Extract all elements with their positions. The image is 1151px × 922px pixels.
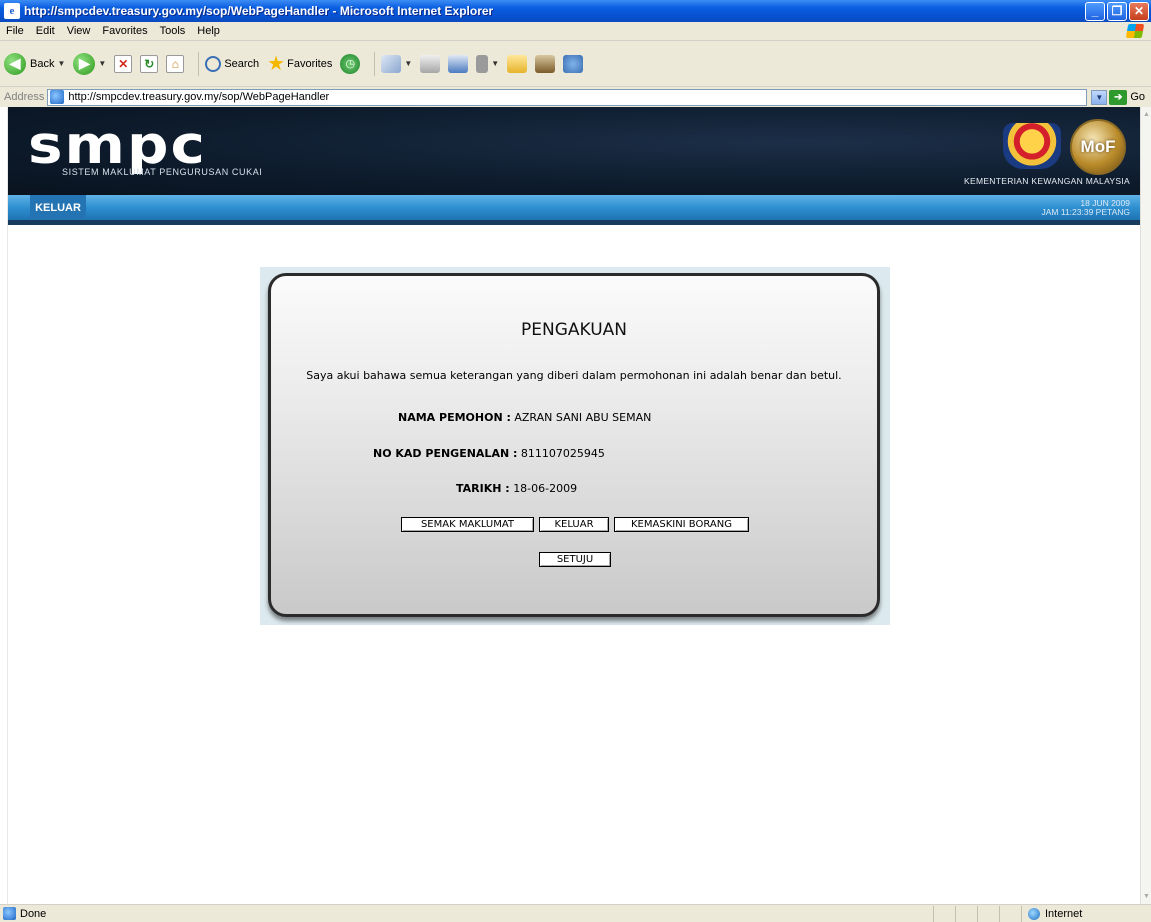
standard-toolbar: ◀ Back ▼ ▶ ▼ ✕ ↻ ⌂ Search ★ Favorites ◷ … <box>0 41 1151 87</box>
page-done-icon <box>3 907 16 920</box>
keluar-button[interactable]: KELUAR <box>539 517 609 532</box>
menu-view[interactable]: View <box>61 25 97 37</box>
forward-dropdown-icon[interactable]: ▼ <box>98 59 106 68</box>
search-button[interactable]: Search <box>205 55 260 72</box>
window-left-edge <box>0 107 8 904</box>
forward-arrow-icon: ▶ <box>73 52 96 75</box>
security-zone: Internet <box>1021 905 1151 922</box>
folder-icon[interactable] <box>507 54 528 73</box>
logo-subtitle: SISTEM MAKLUMAT PENGURUSAN CUKAI <box>62 167 263 177</box>
applicant-name-row: NAMA PEMOHON : AZRAN SANI ABU SEMAN <box>398 411 651 424</box>
ministry-name: KEMENTERIAN KEWANGAN MALAYSIA <box>964 176 1130 186</box>
mail-dropdown-icon[interactable]: ▼ <box>404 59 412 68</box>
history-icon[interactable]: ◷ <box>340 53 361 74</box>
status-cell <box>999 905 1021 922</box>
discuss-button[interactable]: ▼ <box>476 54 499 73</box>
smpc-logo: smpc <box>28 114 207 176</box>
go-arrow-icon: ➔ <box>1109 89 1128 105</box>
status-bar: Done Internet <box>0 904 1151 922</box>
site-header: smpc SISTEM MAKLUMAT PENGURUSAN CUKAI Mo… <box>8 107 1140 195</box>
ic-number-label: NO KAD PENGENALAN : <box>373 447 518 460</box>
discuss-dropdown-icon[interactable]: ▼ <box>491 59 499 68</box>
favorites-label: Favorites <box>287 57 333 70</box>
edit-icon[interactable] <box>448 54 469 73</box>
favorites-button[interactable]: ★ Favorites <box>267 54 332 74</box>
nav-bar: KELUAR 18 JUN 2009 JAM 11:23:39 PETANG <box>8 195 1140 225</box>
address-dropdown-icon[interactable]: ▼ <box>1091 89 1108 105</box>
semak-maklumat-button[interactable]: SEMAK MAKLUMAT <box>401 517 534 532</box>
toolbar-separator <box>374 51 376 76</box>
applicant-name-label: NAMA PEMOHON : <box>398 411 511 424</box>
status-text: Done <box>20 907 47 920</box>
home-icon[interactable]: ⌂ <box>166 54 185 73</box>
menu-bar: File Edit View Favorites Tools Help <box>0 22 1151 41</box>
page-icon <box>50 90 65 104</box>
menu-edit[interactable]: Edit <box>30 25 61 37</box>
date-time-display: 18 JUN 2009 JAM 11:23:39 PETANG <box>1042 199 1131 217</box>
declaration-text: Saya akui bahawa semua keterangan yang d… <box>306 369 842 382</box>
print-icon[interactable] <box>420 54 441 73</box>
favorites-star-icon: ★ <box>267 52 286 75</box>
date-row: TARIKH : 18-06-2009 <box>456 482 577 495</box>
ie-icon: e <box>4 3 20 19</box>
window-titlebar: e http://smpcdev.treasury.gov.my/sop/Web… <box>0 0 1151 22</box>
research-icon[interactable] <box>535 54 556 73</box>
discuss-icon <box>476 54 489 73</box>
internet-globe-icon <box>1028 907 1040 920</box>
status-cell <box>977 905 999 922</box>
ic-number-row: NO KAD PENGENALAN : 811107025945 <box>373 447 605 460</box>
status-cells: Internet <box>933 905 1151 922</box>
close-button[interactable]: ✕ <box>1129 1 1149 21</box>
date-value: 18-06-2009 <box>513 482 578 495</box>
menu-tools[interactable]: Tools <box>154 25 192 37</box>
malaysia-crest-icon <box>1003 123 1061 169</box>
kemaskini-borang-button[interactable]: KEMASKINI BORANG <box>614 517 749 532</box>
search-label: Search <box>224 57 260 70</box>
window-title: http://smpcdev.treasury.gov.my/sop/WebPa… <box>24 4 494 18</box>
refresh-icon[interactable]: ↻ <box>140 54 159 73</box>
nav-keluar-link[interactable]: KELUAR <box>30 195 86 220</box>
menu-file[interactable]: File <box>0 25 30 37</box>
search-icon <box>205 55 222 72</box>
back-button[interactable]: ◀ Back ▼ <box>4 52 65 75</box>
address-url: http://smpcdev.treasury.gov.my/sop/WebPa… <box>68 91 330 103</box>
applicant-name-value: AZRAN SANI ABU SEMAN <box>514 411 652 424</box>
menu-favorites[interactable]: Favorites <box>96 25 153 37</box>
maximize-button[interactable]: ❐ <box>1107 1 1127 21</box>
menu-help[interactable]: Help <box>191 25 226 37</box>
address-label: Address <box>4 91 45 103</box>
address-bar: Address http://smpcdev.treasury.gov.my/s… <box>0 87 1151 107</box>
setuju-button[interactable]: SETUJU <box>539 552 611 567</box>
mof-logo: MoF <box>1070 119 1126 175</box>
minimize-button[interactable]: _ <box>1085 1 1105 21</box>
forward-button[interactable]: ▶ ▼ <box>73 52 106 75</box>
status-cell <box>955 905 977 922</box>
declaration-panel-frame: PENGAKUAN Saya akui bahawa semua keteran… <box>260 267 890 625</box>
date-label: TARIKH : <box>456 482 510 495</box>
back-dropdown-icon[interactable]: ▼ <box>57 59 65 68</box>
zone-label: Internet <box>1045 907 1083 920</box>
scroll-down-icon[interactable]: ▼ <box>1141 891 1151 902</box>
back-arrow-icon: ◀ <box>4 52 26 75</box>
declaration-panel: PENGAKUAN Saya akui bahawa semua keteran… <box>268 273 880 617</box>
toolbar-separator <box>198 51 200 76</box>
stop-icon[interactable]: ✕ <box>114 54 133 73</box>
vertical-scrollbar[interactable]: ▲ ▼ <box>1140 107 1151 904</box>
address-input[interactable]: http://smpcdev.treasury.gov.my/sop/WebPa… <box>47 88 1088 106</box>
go-button[interactable]: ➔ Go <box>1109 89 1145 105</box>
mail-button[interactable]: ▼ <box>381 54 412 73</box>
status-cell <box>933 905 955 922</box>
messenger-icon[interactable] <box>563 54 584 73</box>
go-label: Go <box>1130 91 1145 103</box>
scroll-up-icon[interactable]: ▲ <box>1141 109 1151 120</box>
current-time: JAM 11:23:39 PETANG <box>1041 207 1131 217</box>
mail-icon <box>381 54 402 73</box>
page-viewport: smpc SISTEM MAKLUMAT PENGURUSAN CUKAI Mo… <box>8 107 1140 904</box>
panel-title: PENGAKUAN <box>521 320 627 340</box>
ic-number-value: 811107025945 <box>520 447 605 460</box>
back-label: Back <box>30 57 55 70</box>
windows-logo-icon <box>1125 24 1145 38</box>
